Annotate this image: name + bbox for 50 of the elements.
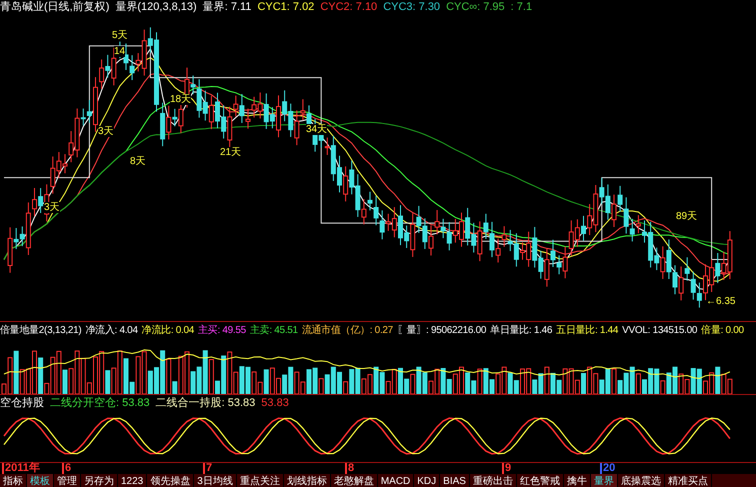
- chart-label: 21天: [220, 147, 242, 158]
- indicator-value: 主买: 49.55: [198, 324, 246, 338]
- tab[interactable]: 量界: [590, 474, 618, 487]
- indicator-value: 二线合一持股: 53.83: [156, 396, 256, 410]
- indicator-name: 量界(120,3,8,13): [115, 0, 197, 14]
- tab[interactable]: 1223: [118, 474, 148, 487]
- indicator-value: 53.83: [261, 396, 289, 410]
- tab[interactable]: 划线指标: [284, 474, 331, 487]
- chart-label: 34天: [306, 124, 328, 135]
- stock-title: 青岛碱业(日线,前复权): [0, 0, 110, 14]
- chart-label: 8天: [130, 156, 146, 167]
- tab[interactable]: BIAS: [440, 474, 470, 487]
- indicator-value: 流通市值（亿）: 0.27: [302, 324, 393, 338]
- chart-label: 18天: [170, 94, 192, 105]
- indicator-value: CYC2: 7.10: [320, 0, 378, 14]
- indicator-value: 净流入: 4.04: [85, 324, 138, 338]
- tab[interactable]: 红色警戒: [516, 474, 564, 487]
- tab[interactable]: 模板: [27, 474, 54, 487]
- chart-label: ←6.35: [706, 296, 736, 307]
- indicator-value: 空仓持股: [0, 396, 44, 410]
- tab[interactable]: 管理: [54, 474, 81, 487]
- indicator-value: VVOL: 134515.00: [622, 324, 698, 338]
- indicator-value: 〖量〗: 95062216.00: [396, 324, 486, 338]
- tab[interactable]: 领先操盘: [147, 474, 194, 487]
- indicator-value: 主卖: 45.51: [250, 324, 298, 338]
- indicator-value: 量界: 7.11: [202, 0, 252, 14]
- chart-label: 5天: [112, 30, 128, 41]
- tab[interactable]: 老憨解盘: [330, 474, 378, 487]
- tab[interactable]: 另存为: [81, 474, 118, 487]
- indicator-value: 单日量比: 1.46: [490, 324, 552, 338]
- tab[interactable]: 重点关注: [236, 474, 284, 487]
- indicator-value: 倍量: 0.00: [701, 324, 744, 338]
- chart-label: 3天: [98, 126, 114, 137]
- tab[interactable]: 重磅出击: [470, 474, 517, 487]
- chart-label: 3天: [44, 202, 60, 213]
- indicator-value: 五日量比: 1.44: [556, 324, 618, 338]
- indicator-value: CYC1: 7.02: [257, 0, 314, 14]
- indicator-value: CYC∞: 7.95: [446, 0, 505, 14]
- indicator-value: 净流比: 0.04: [142, 324, 194, 338]
- tab[interactable]: MACD: [378, 474, 414, 487]
- indicator-value: CYC3: 7.30: [383, 0, 440, 14]
- indicator-value: : 7.1: [510, 0, 532, 14]
- chart-label: 89天: [676, 211, 698, 222]
- tab[interactable]: KDJ: [414, 474, 440, 487]
- indicator-value: 二线分开空仓: 53.83: [50, 396, 150, 410]
- indicator-value: 倍量地量2(3,13,21): [0, 324, 82, 338]
- chart-label: 14: [114, 46, 126, 57]
- tab[interactable]: 精准买点: [664, 474, 712, 487]
- tab[interactable]: 底操震选: [618, 474, 665, 487]
- tab[interactable]: 3日均线: [194, 474, 237, 487]
